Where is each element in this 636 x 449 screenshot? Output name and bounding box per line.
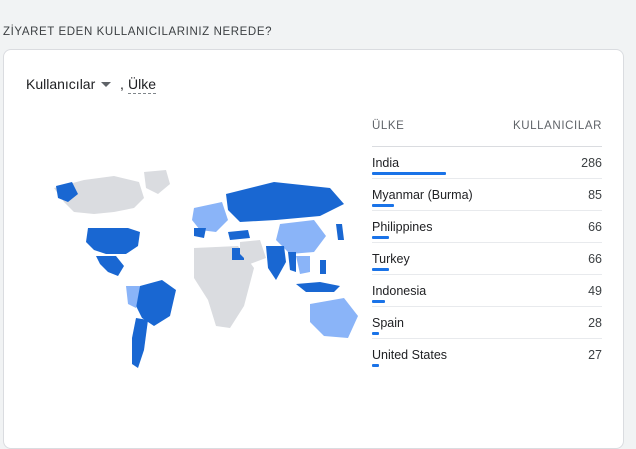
- world-map[interactable]: [44, 168, 364, 388]
- map-se-asia[interactable]: [296, 256, 310, 274]
- map-mexico[interactable]: [96, 256, 124, 276]
- country-name[interactable]: Philippines: [372, 220, 432, 234]
- map-russia[interactable]: [226, 182, 344, 222]
- user-count: 85: [588, 188, 602, 202]
- country-name[interactable]: Indonesia: [372, 284, 426, 298]
- share-bar: [372, 364, 379, 367]
- country-name[interactable]: Turkey: [372, 252, 410, 266]
- map-australia[interactable]: [310, 298, 358, 338]
- table-row[interactable]: Philippines 66: [372, 211, 602, 243]
- metric-label: Kullanıcılar: [26, 76, 96, 92]
- share-bar: [372, 236, 389, 239]
- share-bar: [372, 300, 385, 303]
- country-table: ÜLKE KULLANICILAR India 286 Myanmar (Burma…: [372, 120, 602, 370]
- col-users-header[interactable]: KULLANICILAR: [513, 120, 602, 146]
- user-count: 66: [588, 220, 602, 234]
- map-europe[interactable]: [192, 202, 228, 232]
- section-title: ZİYARET EDEN KULLANICILARINIZ NEREDE?: [3, 26, 273, 38]
- map-spain[interactable]: [194, 228, 206, 238]
- table-row[interactable]: India 286: [372, 147, 602, 179]
- table-row[interactable]: Spain 28: [372, 307, 602, 339]
- table-header: ÜLKE KULLANICILAR: [372, 120, 602, 147]
- col-country-header[interactable]: ÜLKE: [372, 120, 404, 146]
- table-row[interactable]: Myanmar (Burma) 85: [372, 179, 602, 211]
- map-india[interactable]: [266, 246, 286, 280]
- map-japan[interactable]: [336, 224, 344, 240]
- separator: ,: [120, 76, 124, 92]
- table-row[interactable]: Indonesia 49: [372, 275, 602, 307]
- user-count: 28: [588, 316, 602, 330]
- map-greenland[interactable]: [144, 170, 170, 194]
- dimension-picker[interactable]: Ülke: [128, 76, 157, 94]
- metric-dropdown[interactable]: Kullanıcılar: [26, 76, 112, 92]
- share-bar: [372, 204, 394, 207]
- geo-card: Kullanıcılar , Ülke ÜLKE KULLANICILAR In…: [3, 49, 624, 449]
- map-argentina[interactable]: [132, 318, 148, 368]
- country-name[interactable]: India: [372, 156, 399, 170]
- map-indonesia[interactable]: [296, 282, 340, 292]
- share-bar: [372, 172, 446, 175]
- share-bar: [372, 332, 379, 335]
- user-count: 286: [581, 156, 602, 170]
- chevron-down-icon: [101, 82, 112, 87]
- user-count: 27: [588, 348, 602, 362]
- country-name[interactable]: Myanmar (Burma): [372, 188, 473, 202]
- map-turkey[interactable]: [228, 230, 250, 240]
- country-name[interactable]: Spain: [372, 316, 404, 330]
- user-count: 66: [588, 252, 602, 266]
- map-usa[interactable]: [86, 228, 140, 254]
- share-bar: [372, 268, 389, 271]
- table-row[interactable]: United States 27: [372, 339, 602, 370]
- map-philippines[interactable]: [320, 260, 326, 274]
- user-count: 49: [588, 284, 602, 298]
- table-row[interactable]: Turkey 66: [372, 243, 602, 275]
- map-myanmar[interactable]: [288, 252, 296, 272]
- country-name[interactable]: United States: [372, 348, 447, 362]
